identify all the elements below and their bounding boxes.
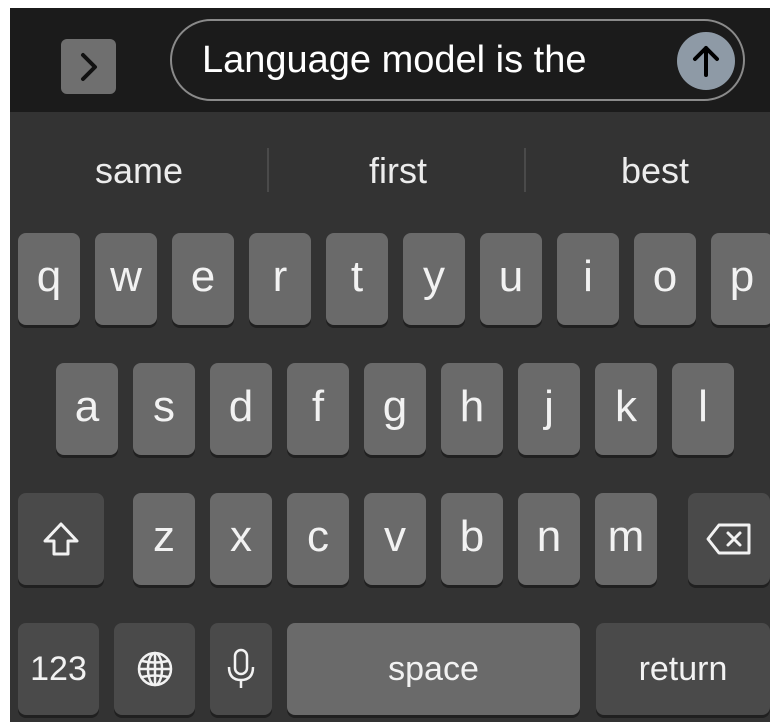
expand-button[interactable] <box>61 39 116 94</box>
key-f[interactable]: f <box>287 363 349 455</box>
suggestion-item[interactable]: best <box>526 146 770 196</box>
key-j[interactable]: j <box>518 363 580 455</box>
key-h[interactable]: h <box>441 363 503 455</box>
key-l[interactable]: l <box>672 363 734 455</box>
key-r[interactable]: r <box>249 233 311 325</box>
dictation-key[interactable] <box>210 623 272 715</box>
key-n[interactable]: n <box>518 493 580 585</box>
key-y[interactable]: y <box>403 233 465 325</box>
delete-key[interactable] <box>688 493 770 585</box>
key-g[interactable]: g <box>364 363 426 455</box>
return-key[interactable]: return <box>596 623 770 715</box>
keyboard-screen: Language model is the same first best q … <box>10 8 770 722</box>
key-a[interactable]: a <box>56 363 118 455</box>
key-d[interactable]: d <box>210 363 272 455</box>
arrow-up-icon <box>691 44 721 78</box>
key-t[interactable]: t <box>326 233 388 325</box>
key-u[interactable]: u <box>480 233 542 325</box>
key-o[interactable]: o <box>634 233 696 325</box>
send-button[interactable] <box>677 32 735 90</box>
key-b[interactable]: b <box>441 493 503 585</box>
key-i[interactable]: i <box>557 233 619 325</box>
shift-icon <box>41 519 81 559</box>
microphone-icon <box>226 647 256 691</box>
chevron-right-icon <box>78 52 100 82</box>
shift-key[interactable] <box>18 493 104 585</box>
space-key[interactable]: space <box>287 623 580 715</box>
message-input[interactable]: Language model is the <box>170 19 745 101</box>
suggestion-item[interactable]: same <box>10 146 268 196</box>
backspace-icon <box>705 522 753 556</box>
key-v[interactable]: v <box>364 493 426 585</box>
key-w[interactable]: w <box>95 233 157 325</box>
input-bar: Language model is the <box>10 8 770 112</box>
suggestion-bar: same first best <box>10 112 770 224</box>
key-z[interactable]: z <box>133 493 195 585</box>
key-m[interactable]: m <box>595 493 657 585</box>
key-c[interactable]: c <box>287 493 349 585</box>
key-p[interactable]: p <box>711 233 770 325</box>
globe-icon <box>135 649 175 689</box>
suggestion-item[interactable]: first <box>269 146 527 196</box>
key-s[interactable]: s <box>133 363 195 455</box>
key-q[interactable]: q <box>18 233 80 325</box>
key-k[interactable]: k <box>595 363 657 455</box>
key-x[interactable]: x <box>210 493 272 585</box>
key-e[interactable]: e <box>172 233 234 325</box>
message-input-text: Language model is the <box>202 39 587 81</box>
numbers-key[interactable]: 123 <box>18 623 99 715</box>
globe-key[interactable] <box>114 623 195 715</box>
